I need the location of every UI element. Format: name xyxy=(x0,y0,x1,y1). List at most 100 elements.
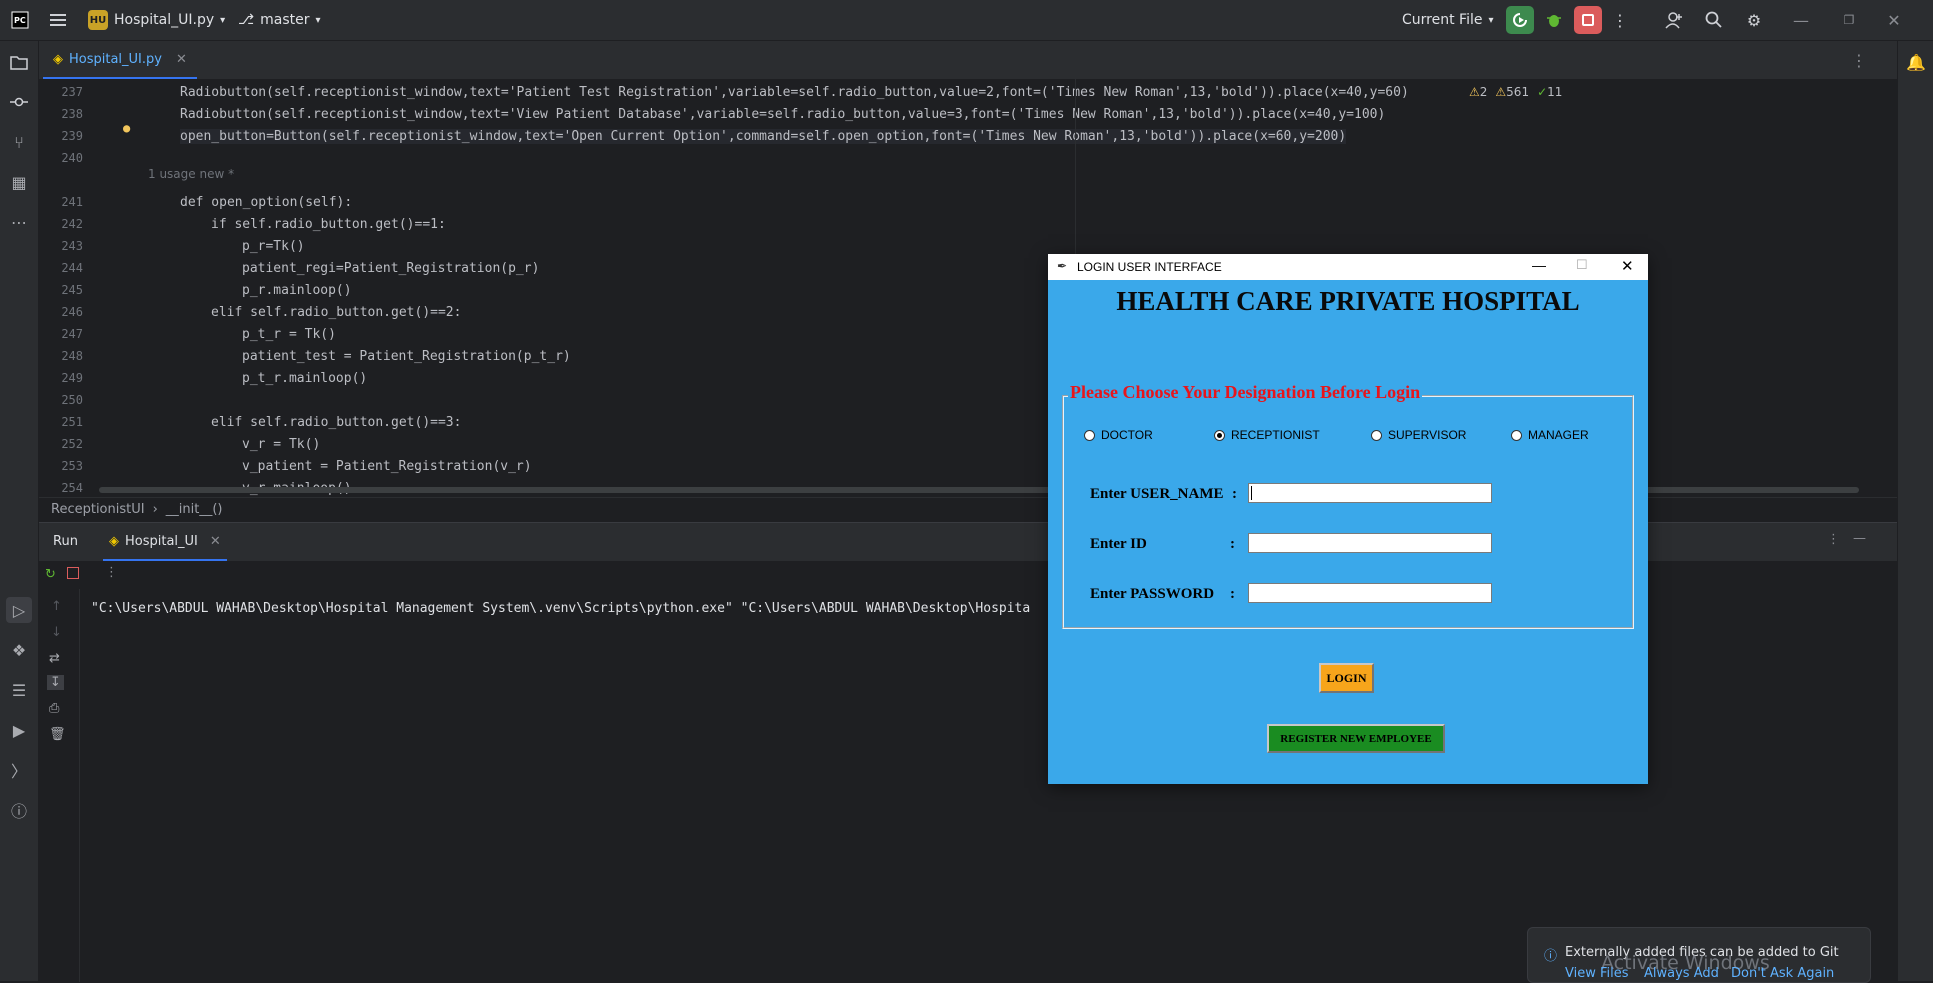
print-icon[interactable]: ⎙ xyxy=(49,701,59,716)
radio-doctor[interactable]: DOCTOR xyxy=(1084,428,1153,442)
radio-label: MANAGER xyxy=(1528,428,1589,442)
structure-icon[interactable]: ▦ xyxy=(6,169,32,195)
pull-request-icon[interactable]: ⑂ xyxy=(6,129,32,155)
line-number: 244 xyxy=(61,261,83,275)
login-window: ✒ LOGIN USER INTERFACE — ☐ ✕ HEALTH CARE… xyxy=(1048,254,1648,784)
stop-icon[interactable] xyxy=(1574,6,1602,34)
login-button[interactable]: LOGIN xyxy=(1319,663,1374,693)
branch-name: master xyxy=(260,12,310,28)
info-icon: ⓘ xyxy=(1544,949,1558,964)
code-line[interactable]: Radiobutton(self.receptionist_window,tex… xyxy=(180,107,1385,122)
username-field[interactable] xyxy=(1248,483,1492,503)
layers-icon[interactable]: ☰ xyxy=(6,677,32,703)
ok-count: ✓11 xyxy=(1537,85,1563,99)
run-icon[interactable] xyxy=(1506,6,1534,34)
scroll-to-end-icon[interactable]: ↧ xyxy=(47,675,64,690)
code-line[interactable]: patient_regi=Patient_Registration(p_r) xyxy=(242,261,539,276)
close-tab-icon[interactable]: ✕ xyxy=(210,534,221,549)
code-line[interactable]: p_r.mainloop() xyxy=(242,283,352,298)
code-line[interactable]: elif self.radio_button.get()==3: xyxy=(211,415,461,430)
radio-dot xyxy=(1511,429,1522,441)
breadcrumb-method[interactable]: __init__() xyxy=(166,502,223,517)
folder-icon[interactable] xyxy=(6,49,32,75)
minimize-icon[interactable]: — xyxy=(1787,6,1815,34)
register-employee-button[interactable]: REGISTER NEW EMPLOYEE xyxy=(1267,724,1445,753)
username-label: Enter USER_NAME xyxy=(1090,486,1224,502)
project-selector[interactable]: HU Hospital_UI.py ▾ xyxy=(88,0,225,40)
soft-wrap-icon[interactable]: ⇄ xyxy=(49,651,60,666)
code-line[interactable]: if self.radio_button.get()==1: xyxy=(211,217,446,232)
branch-selector[interactable]: ⎇ master ▾ xyxy=(238,0,321,40)
code-line[interactable]: def open_option(self): xyxy=(180,195,352,210)
view-files-link[interactable]: View Files xyxy=(1565,966,1629,981)
chevron-down-icon: ▾ xyxy=(315,14,321,26)
scroll-up-icon[interactable]: ↑ xyxy=(51,599,62,614)
rerun-icon[interactable]: ↻ xyxy=(45,567,56,582)
radio-supervisor[interactable]: SUPERVISOR xyxy=(1371,428,1466,442)
add-user-icon[interactable] xyxy=(1660,6,1688,34)
python-file-icon: ◈ xyxy=(109,533,119,549)
services-icon[interactable]: ▶ xyxy=(6,717,32,743)
hamburger-menu-icon[interactable] xyxy=(44,6,72,34)
notifications-icon[interactable]: 🔔 xyxy=(1903,49,1929,75)
hide-panel-icon[interactable]: — xyxy=(1853,531,1866,546)
run-options-icon[interactable]: ⋮ xyxy=(1827,532,1840,547)
commit-icon[interactable] xyxy=(6,89,32,115)
code-line[interactable]: elif self.radio_button.get()==2: xyxy=(211,305,461,320)
stop-icon[interactable] xyxy=(67,567,79,579)
always-add-link[interactable]: Always Add xyxy=(1644,966,1719,981)
console-tools: ↑ ↓ ⇄ ↧ ⎙ 🗑 xyxy=(39,589,80,982)
code-line[interactable]: Radiobutton(self.receptionist_window,tex… xyxy=(180,85,1409,100)
run-tab[interactable]: ◈ Hospital_UI ✕ xyxy=(103,523,227,561)
problems-icon[interactable]: ⓘ xyxy=(6,797,32,823)
line-number: 250 xyxy=(61,393,83,407)
login-window-titlebar[interactable]: ✒ LOGIN USER INTERFACE — ☐ ✕ xyxy=(1048,254,1648,280)
settings-icon[interactable]: ⚙ xyxy=(1740,6,1768,34)
breadcrumb-class[interactable]: ReceptionistUI xyxy=(51,502,145,517)
terminal-icon[interactable]: 〉 xyxy=(6,757,32,783)
code-line[interactable]: p_t_r.mainloop() xyxy=(242,371,367,386)
code-line[interactable]: open_button=Button(self.receptionist_win… xyxy=(180,129,1347,144)
python-console-icon[interactable]: ❖ xyxy=(6,637,32,663)
line-number: 248 xyxy=(61,349,83,363)
code-line[interactable]: p_t_r = Tk() xyxy=(242,327,336,342)
more-icon[interactable]: ⋮ xyxy=(1606,6,1634,34)
code-line[interactable]: v_r = Tk() xyxy=(242,437,320,452)
run-config-selector[interactable]: Current File ▾ xyxy=(1402,0,1494,40)
code-line[interactable]: p_r=Tk() xyxy=(242,239,305,254)
left-tool-strip: ⑂ ▦ ⋯ ▷ ❖ ☰ ▶ 〉 ⓘ xyxy=(0,41,39,981)
radio-receptionist[interactable]: RECEPTIONIST xyxy=(1214,428,1320,442)
warning-count: ⚠2 xyxy=(1469,85,1488,99)
dont-ask-again-link[interactable]: Don't Ask Again xyxy=(1731,966,1834,981)
radio-dot-selected xyxy=(1214,429,1225,441)
scroll-down-icon[interactable]: ↓ xyxy=(51,625,62,640)
restore-icon[interactable]: ❐ xyxy=(1835,6,1863,34)
weak-warning-count: ⚠561 xyxy=(1495,85,1530,99)
debug-icon[interactable] xyxy=(1540,6,1568,34)
minimize-icon[interactable]: — xyxy=(1532,257,1546,273)
radio-manager[interactable]: MANAGER xyxy=(1511,428,1589,442)
close-icon[interactable]: ✕ xyxy=(1880,6,1908,34)
feather-icon: ✒ xyxy=(1057,259,1068,273)
inspection-widget[interactable]: ⚠2 ⚠561 ✓11 xyxy=(1469,85,1562,99)
run-panel-title: Run xyxy=(53,534,78,549)
line-number: 249 xyxy=(61,371,83,385)
id-colon: : xyxy=(1230,536,1235,552)
maximize-icon[interactable]: ☐ xyxy=(1576,257,1588,273)
line-number: 253 xyxy=(61,459,83,473)
close-tab-icon[interactable]: ✕ xyxy=(176,52,187,67)
more-tools-icon[interactable]: ⋯ xyxy=(6,209,32,235)
code-line[interactable]: v_patient = Patient_Registration(v_r) xyxy=(242,459,532,474)
line-number: 247 xyxy=(61,327,83,341)
run-tool-icon[interactable]: ▷ xyxy=(6,597,32,623)
tab-hospital-ui[interactable]: ◈ Hospital_UI.py ✕ xyxy=(43,41,197,79)
code-line[interactable]: patient_test = Patient_Registration(p_t_… xyxy=(242,349,571,364)
more-icon[interactable]: ⋮ xyxy=(105,565,118,580)
search-icon[interactable] xyxy=(1700,6,1728,34)
trash-icon[interactable]: 🗑 xyxy=(49,727,66,742)
id-field[interactable] xyxy=(1248,533,1492,553)
close-icon[interactable]: ✕ xyxy=(1621,257,1634,275)
tab-options-icon[interactable]: ⋮ xyxy=(1851,51,1867,70)
password-field[interactable] xyxy=(1248,583,1492,603)
lightbulb-icon[interactable]: ● xyxy=(123,121,130,135)
